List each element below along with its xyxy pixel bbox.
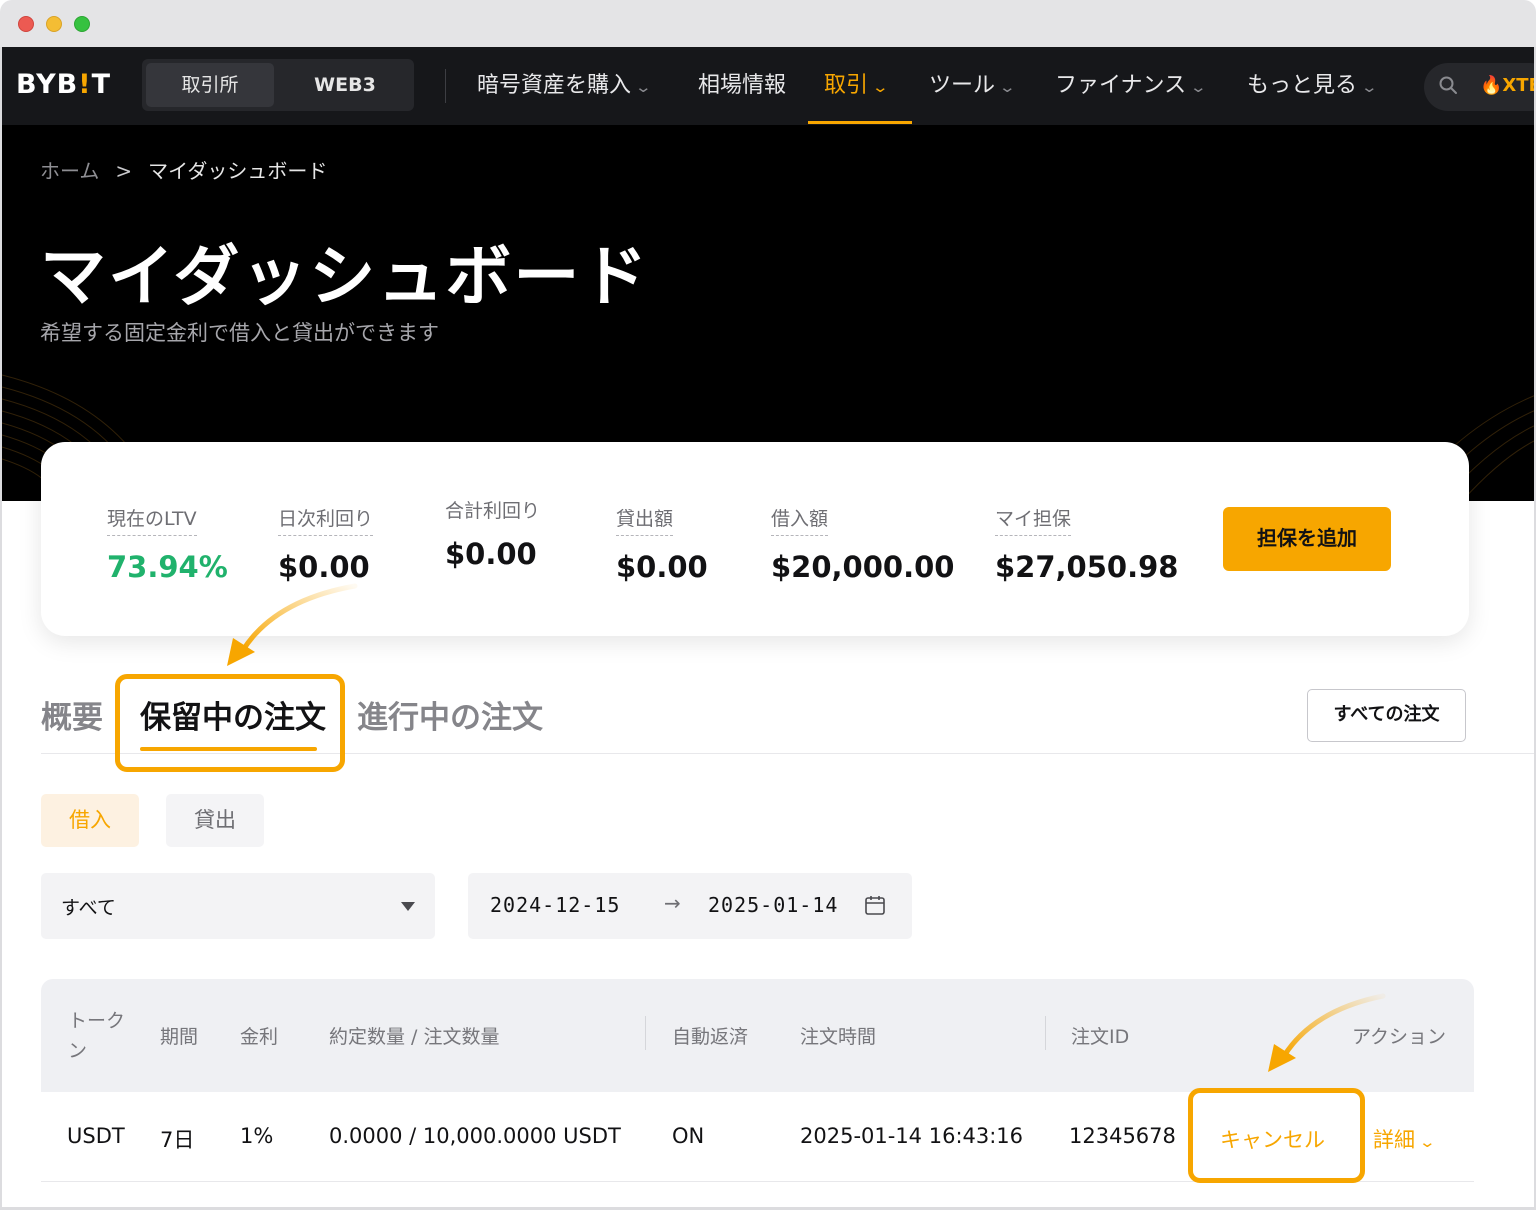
nav-divider [445,69,446,103]
active-nav-underline [808,121,912,124]
close-window-icon[interactable] [18,16,34,32]
nav-item-buy-crypto[interactable]: 暗号資産を購入 ⌄ [477,69,653,103]
header-quantity: 約定数量 / 注文数量 [329,1026,500,1048]
chevron-down-icon: ⌄ [1360,78,1379,96]
header-order-time: 注文時間 [800,1026,877,1048]
nav-item-trade[interactable]: 取引 ⌄ [824,69,890,103]
cell-token: USDT [67,1124,125,1148]
caret-down-icon [401,902,415,911]
chevron-down-icon: ⌄ [1189,78,1208,96]
chevron-right-icon: > [115,159,133,183]
annotation-arrow-icon [227,583,358,666]
header-auto-repay: 自動返済 [672,1026,749,1048]
breadcrumb-current: マイダッシュボード [148,159,328,183]
lend-filter-chip[interactable]: 貸出 [166,794,264,847]
cell-order-time: 2025-01-14 16:43:16 [800,1124,1024,1148]
cell-auto-repay: ON [672,1124,705,1148]
stat-daily-yield-value: $0.00 [278,550,370,584]
header-term: 期間 [160,1026,199,1048]
stat-ltv: 現在のLTV 73.94% [107,504,228,584]
exchange-web3-switch: 取引所 WEB3 [142,59,414,111]
tab-overview[interactable]: 概要 [41,692,103,737]
web3-toggle[interactable]: WEB3 [280,63,410,107]
header-rate: 金利 [240,1026,279,1048]
cell-term: 7日 [160,1128,195,1152]
header-token: トークン [68,1010,126,1062]
stat-borrow-amount: 借入額 $20,000.00 [771,504,954,584]
stat-daily-yield: 日次利回り $0.00 [278,504,374,584]
stat-my-collateral-label[interactable]: マイ担保 [995,504,1072,536]
highlight-box-pending-tab [115,674,345,772]
bybit-logo[interactable]: BYB!T [16,69,111,103]
window-border-left [0,47,2,1210]
maximize-window-icon[interactable] [74,16,90,32]
minimize-window-icon[interactable] [46,16,62,32]
header-separator [645,1016,646,1050]
stat-daily-yield-label[interactable]: 日次利回り [278,504,374,536]
nav-item-more[interactable]: もっと見る ⌄ [1247,69,1379,103]
nav-item-markets[interactable]: 相場情報 [698,69,786,103]
stat-my-collateral: マイ担保 $27,050.98 [995,504,1178,584]
stat-borrow-amount-value: $20,000.00 [771,550,955,584]
stat-my-collateral-value: $27,050.98 [995,550,1179,584]
all-orders-button[interactable]: すべての注文 [1307,689,1466,742]
date-from[interactable]: 2024-12-15 [490,893,620,917]
stat-ltv-label[interactable]: 現在のLTV [107,504,197,536]
chevron-down-icon: ⌄ [634,78,653,96]
chevron-down-icon: ⌄ [1418,1133,1437,1151]
exchange-toggle[interactable]: 取引所 [146,63,274,107]
stat-total-yield-label: 合計利回り [445,500,541,522]
breadcrumb: ホーム > マイダッシュボード [40,155,327,184]
header-order-id: 注文ID [1071,1026,1130,1048]
window-titlebar [0,0,1536,47]
search-input[interactable]: 🔥XTE [1424,63,1536,111]
date-range-picker[interactable]: 2024-12-15 → 2025-01-14 [468,873,912,939]
stat-total-yield-value: $0.00 [445,537,537,571]
details-button[interactable]: 詳細 ⌄ [1373,1124,1437,1154]
stat-total-yield: 合計利回り $0.00 [445,496,540,571]
status-select-value: すべて [61,897,116,919]
chevron-down-icon: ⌄ [998,78,1017,96]
borrow-filter-chip[interactable]: 借入 [41,794,139,847]
cell-quantity: 0.0000 / 10,000.0000 USDT [329,1124,621,1148]
arrow-right-icon: → [664,891,681,915]
trending-tag: 🔥XTE [1480,75,1536,96]
highlight-box-cancel [1188,1088,1365,1183]
page-subtitle: 希望する固定金利で借入と貸出ができます [40,321,439,345]
breadcrumb-home[interactable]: ホーム [40,159,99,183]
tab-active-orders[interactable]: 進行中の注文 [357,692,543,737]
status-select[interactable]: すべて [41,873,435,939]
calendar-icon[interactable] [864,894,886,916]
stat-ltv-value: 73.94% [107,550,228,584]
top-navbar: BYB!T 取引所 WEB3 暗号資産を購入 ⌄ 相場情報 取引 ⌄ ツール ⌄ ファ… [2,47,1536,125]
header-separator [1045,1016,1046,1050]
stat-borrow-amount-label[interactable]: 借入額 [771,504,829,536]
chevron-down-icon: ⌄ [871,78,890,96]
stat-lend-amount: 貸出額 $0.00 [616,504,708,584]
add-collateral-button[interactable]: 担保を追加 [1223,507,1391,571]
search-icon [1439,76,1457,94]
nav-item-tools[interactable]: ツール ⌄ [929,69,1017,103]
page-title: マイダッシュボード [40,238,650,315]
date-to[interactable]: 2025-01-14 [708,893,838,917]
cell-order-id: 12345678 [1069,1124,1176,1148]
stat-lend-amount-value: $0.00 [616,550,708,584]
cell-rate: 1% [240,1124,274,1148]
nav-item-finance[interactable]: ファイナンス ⌄ [1055,69,1208,103]
stat-lend-amount-label[interactable]: 貸出額 [616,504,674,536]
annotation-arrow-icon [1268,993,1386,1072]
